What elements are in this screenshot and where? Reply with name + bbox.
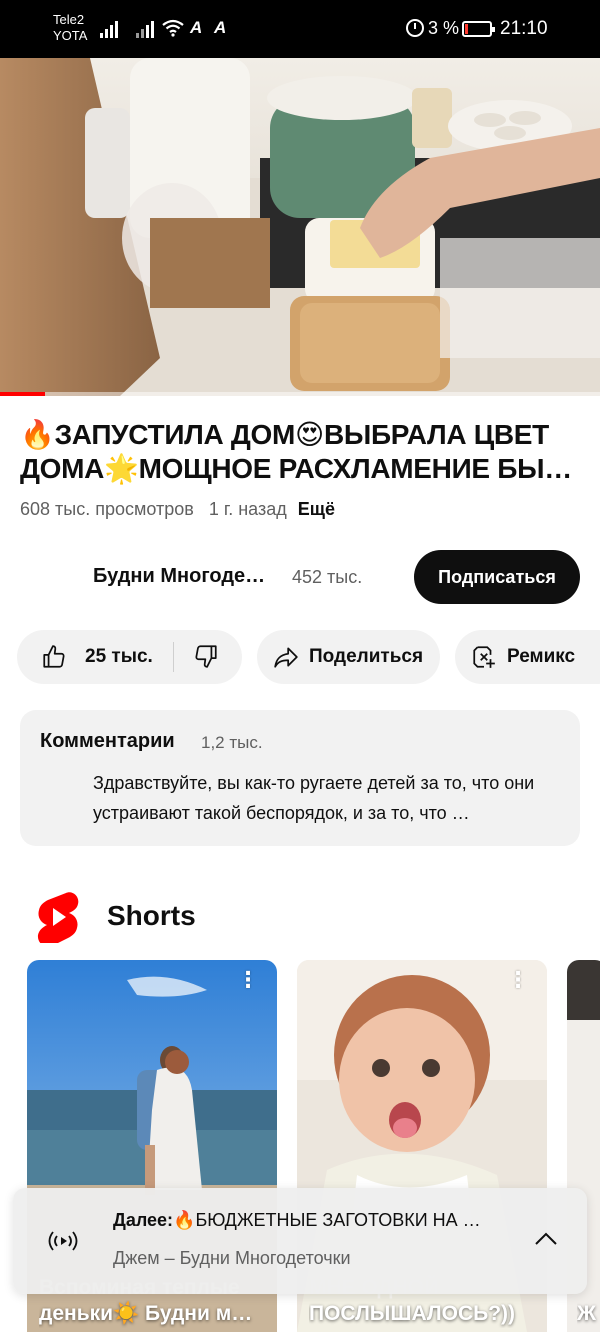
top-comment-text: Здравствуйте, вы как-то ругаете детей за… [93, 773, 535, 823]
alarm-icon [406, 19, 424, 37]
view-count: 608 тыс. просмотров [20, 499, 194, 519]
mini-player[interactable]: Далее:🔥БЮДЖЕТНЫЕ ЗАГОТОВКИ НА … Джем – Б… [13, 1188, 587, 1294]
commenter-avatar [42, 772, 94, 824]
mini-player-next-label: Далее: [113, 1210, 174, 1230]
thumbs-up-icon [43, 645, 65, 668]
short-caption: деньки☀️ Будни м… [39, 1302, 253, 1325]
like-button[interactable]: 25 тыс. [17, 630, 153, 684]
video-meta[interactable]: 608 тыс. просмотров 1 г. назад Ещё [20, 499, 335, 520]
chip-divider [173, 642, 174, 672]
subscriber-count: 452 тыс. [292, 567, 363, 587]
short-menu-button[interactable]: ⋮ [507, 969, 529, 991]
upload-age: 1 г. назад [208, 499, 287, 519]
like-count: 25 тыс. [85, 646, 153, 667]
notification-a-icon: A [190, 18, 203, 37]
video-player[interactable] [0, 58, 600, 396]
remix-button[interactable]: Ремикс [455, 630, 600, 684]
comments-count: 1,2 тыс. [201, 733, 263, 752]
share-icon [274, 647, 298, 668]
short-caption: Ж [577, 1302, 596, 1325]
signal-icon [136, 20, 154, 38]
dislike-button[interactable] [193, 642, 219, 676]
more-link[interactable]: Ещё [298, 499, 335, 519]
mini-player-next-title: 🔥БЮДЖЕТНЫЕ ЗАГОТОВКИ НА … [173, 1210, 481, 1230]
remix-icon [473, 646, 495, 668]
chevron-up-icon[interactable] [533, 1230, 559, 1248]
share-label: Поделиться [309, 646, 424, 667]
carrier-2: YOTA [53, 28, 88, 43]
video-frame [0, 58, 600, 396]
share-button[interactable]: Поделиться [257, 630, 440, 684]
status-bar: Tele2 YOTA A A 3 % 21:10 [0, 0, 600, 58]
short-menu-button[interactable]: ⋮ [237, 969, 259, 991]
mini-player-next: Далее:🔥БЮДЖЕТНЫЕ ЗАГОТОВКИ НА … [113, 1210, 533, 1231]
remix-label: Ремикс [507, 646, 576, 667]
battery-percent: 3 % [428, 18, 460, 38]
comments-card[interactable]: Комментарии 1,2 тыс. Здравствуйте, вы ка… [20, 710, 580, 846]
thumbs-down-icon [195, 645, 217, 668]
short-caption: ПОСЛЫШАЛОСЬ?)) [309, 1302, 516, 1325]
cast-icon [48, 1231, 78, 1251]
channel-name[interactable]: Будни Многоде… [93, 565, 265, 588]
mini-player-subtitle: Джем – Будни Многодеточки [113, 1248, 351, 1268]
shorts-logo-icon [37, 892, 79, 943]
signal-icon [100, 20, 118, 38]
battery-icon [462, 21, 495, 37]
carrier-1: Tele2 [53, 12, 85, 27]
carrier-info: Tele2 YOTA [53, 12, 87, 44]
video-title[interactable]: 🔥ЗАПУСТИЛА ДОМ😍ВЫБРАЛА ЦВЕТ ДОМА🌟МОЩНОЕ … [20, 418, 588, 486]
video-progress-fill [0, 392, 45, 396]
wifi-icon [162, 19, 184, 37]
video-progress-bar[interactable] [0, 392, 600, 396]
clock: 21:10 [500, 18, 548, 39]
shorts-section-title: Shorts [107, 900, 196, 931]
like-dislike-chip: 25 тыс. [17, 630, 242, 684]
subscribe-button[interactable]: Подписаться [414, 550, 580, 604]
comments-title: Комментарии [40, 730, 175, 752]
notification-a-icon: A [214, 18, 227, 37]
